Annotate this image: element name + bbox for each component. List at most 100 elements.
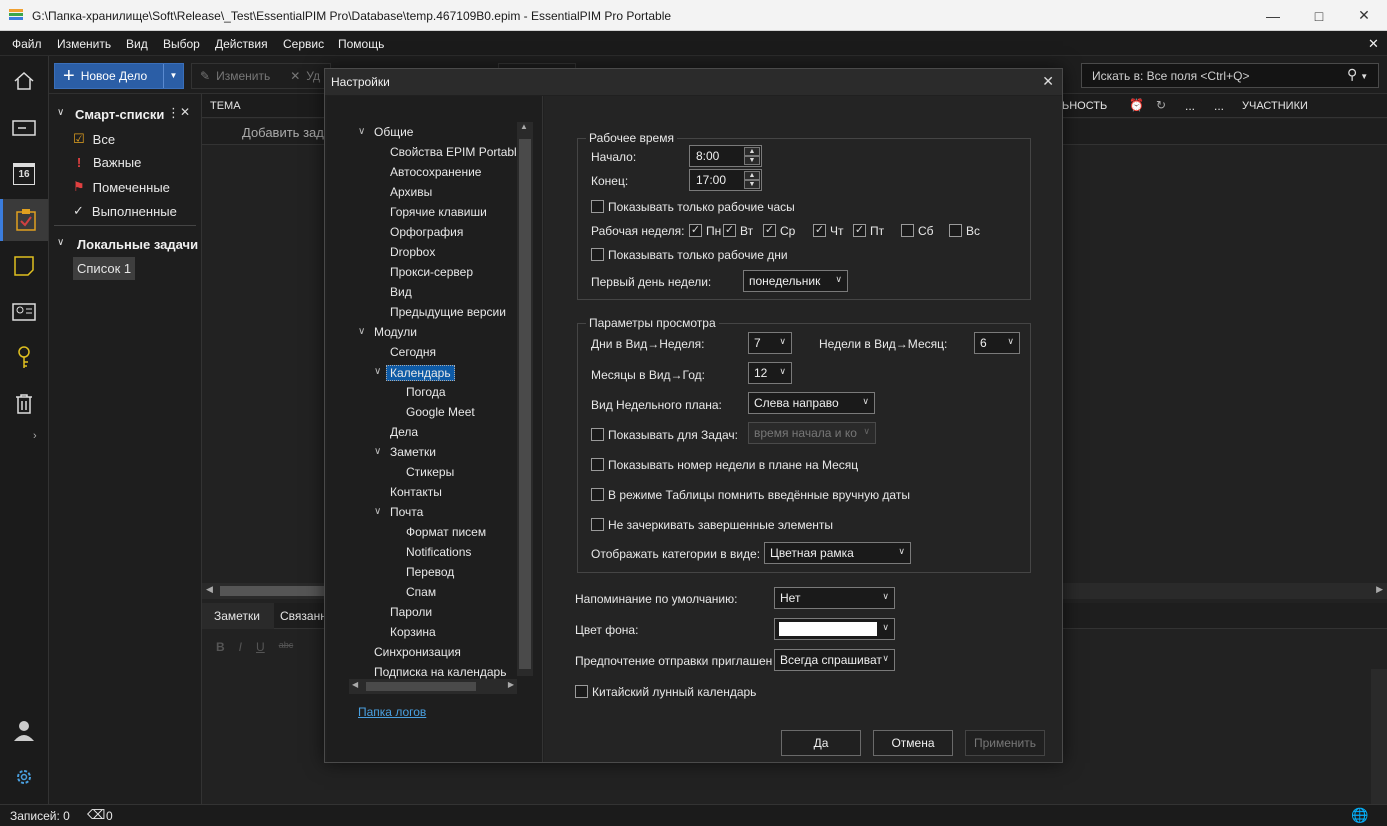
show-for-tasks-checkbox[interactable] bbox=[591, 428, 604, 441]
bold-icon[interactable]: B bbox=[216, 640, 225, 654]
tree-item[interactable]: Модули bbox=[374, 325, 417, 339]
tree-item[interactable]: Орфография bbox=[390, 225, 463, 239]
nav-trash[interactable] bbox=[0, 383, 48, 425]
nav-settings[interactable] bbox=[0, 756, 48, 798]
tree-item[interactable]: Перевод bbox=[406, 565, 454, 579]
menu-help[interactable]: Помощь bbox=[338, 37, 384, 51]
close-document-icon[interactable]: ✕ bbox=[1368, 36, 1379, 52]
reminder-select[interactable]: Нет ∨ bbox=[774, 587, 895, 609]
tree-item[interactable]: Прокси-сервер bbox=[390, 265, 473, 279]
close-panel-icon[interactable]: ✕ bbox=[180, 105, 190, 119]
tree-expand-caret-icon[interactable]: ∨ bbox=[358, 326, 365, 337]
tree-item[interactable]: Формат писем bbox=[406, 525, 486, 539]
only-work-hours-checkbox[interactable] bbox=[591, 200, 604, 213]
tree-item[interactable]: Предыдущие версии bbox=[390, 305, 506, 319]
tab-related[interactable]: Связанн bbox=[280, 609, 327, 623]
tree-expand-caret-icon[interactable]: ∨ bbox=[374, 366, 381, 377]
tree-item[interactable]: Сегодня bbox=[390, 345, 436, 359]
spin-up-icon[interactable]: ▲ bbox=[744, 147, 760, 156]
weekday-checkbox-3[interactable]: ✓ bbox=[813, 224, 826, 237]
menu-actions[interactable]: Действия bbox=[215, 37, 268, 51]
invite-select[interactable]: Всегда спрашиват ∨ bbox=[774, 649, 895, 671]
column-participants[interactable]: УЧАСТНИКИ bbox=[1242, 100, 1308, 112]
tree-item[interactable]: Стикеры bbox=[406, 465, 454, 479]
weekday-checkbox-5[interactable] bbox=[901, 224, 914, 237]
more-icon[interactable]: ⋮ bbox=[167, 105, 180, 121]
week-number-checkbox[interactable] bbox=[591, 458, 604, 471]
spin-down-icon[interactable]: ▼ bbox=[744, 156, 760, 165]
nav-mail[interactable] bbox=[0, 107, 48, 149]
start-time-spinner[interactable]: 8:00 ▲ ▼ bbox=[689, 145, 762, 167]
tree-item[interactable]: Dropbox bbox=[390, 245, 435, 259]
tree-item[interactable]: Синхронизация bbox=[374, 645, 461, 659]
tree-expand-caret-icon[interactable]: ∨ bbox=[358, 126, 365, 137]
weekday-checkbox-6[interactable] bbox=[949, 224, 962, 237]
column-priority[interactable]: ЬНОСТЬ bbox=[1062, 100, 1107, 112]
weekday-checkbox-2[interactable]: ✓ bbox=[763, 224, 776, 237]
tree-item[interactable]: Автосохранение bbox=[390, 165, 481, 179]
tree-item[interactable]: Почта bbox=[390, 505, 423, 519]
edit-button[interactable]: ✎ Изменить ✕ Уд bbox=[191, 63, 331, 89]
strikethrough-icon[interactable]: abc bbox=[279, 640, 294, 654]
spin-up-icon[interactable]: ▲ bbox=[744, 171, 760, 180]
tree-item[interactable]: Вид bbox=[390, 285, 412, 299]
log-folder-link[interactable]: Папка логов bbox=[358, 705, 426, 719]
cancel-button[interactable]: Отмена bbox=[873, 730, 953, 756]
nav-tasks[interactable] bbox=[0, 199, 48, 241]
close-window-button[interactable]: ✕ bbox=[1341, 0, 1387, 31]
weekday-checkbox-0[interactable]: ✓ bbox=[689, 224, 702, 237]
categories-select[interactable]: Цветная рамка ∨ bbox=[764, 542, 911, 564]
search-icon[interactable]: ⚲ ▼ bbox=[1347, 66, 1377, 86]
nav-home[interactable] bbox=[0, 60, 48, 102]
tree-horizontal-scrollbar[interactable]: ◀ ▶ bbox=[349, 679, 517, 694]
expand-chevron-icon[interactable]: › bbox=[33, 430, 37, 442]
tree-item[interactable]: Архивы bbox=[390, 185, 432, 199]
italic-icon[interactable]: I bbox=[239, 640, 242, 654]
chevron-down-icon[interactable]: ▼ bbox=[163, 64, 183, 88]
tree-item[interactable]: Подписка на календарь bbox=[374, 665, 507, 679]
tree-expand-caret-icon[interactable]: ∨ bbox=[374, 506, 381, 517]
weekday-checkbox-1[interactable]: ✓ bbox=[723, 224, 736, 237]
tab-notes[interactable]: Заметки bbox=[202, 603, 274, 629]
minimize-button[interactable]: — bbox=[1250, 0, 1296, 31]
first-day-select[interactable]: понедельник ∨ bbox=[743, 270, 848, 292]
menu-service[interactable]: Сервис bbox=[283, 37, 324, 51]
apply-button[interactable]: Применить bbox=[965, 730, 1045, 756]
tree-item[interactable]: Календарь bbox=[386, 365, 455, 381]
weeks-month-select[interactable]: 6 ∨ bbox=[974, 332, 1020, 354]
nav-contacts[interactable] bbox=[0, 291, 48, 333]
column-subject[interactable]: ТЕМА bbox=[210, 100, 241, 112]
remember-dates-checkbox[interactable] bbox=[591, 488, 604, 501]
menu-view[interactable]: Вид bbox=[126, 37, 148, 51]
tree-item[interactable]: Погода bbox=[406, 385, 446, 399]
days-week-select[interactable]: 7 ∨ bbox=[748, 332, 792, 354]
smart-item-important[interactable]: ! Важные bbox=[73, 155, 142, 170]
search-input[interactable]: Искать в: Все поля <Ctrl+Q> bbox=[1081, 63, 1379, 88]
tree-item[interactable]: Общие bbox=[374, 125, 413, 139]
tree-item[interactable]: Пароли bbox=[390, 605, 432, 619]
smart-item-completed[interactable]: ✓ Выполненные bbox=[73, 203, 177, 219]
tree-item[interactable]: Горячие клавиши bbox=[390, 205, 487, 219]
smart-item-flagged[interactable]: ⚑ Помеченные bbox=[73, 179, 170, 195]
months-year-select[interactable]: 12 ∨ bbox=[748, 362, 792, 384]
column-more-1[interactable]: ... bbox=[1185, 99, 1195, 113]
lunar-calendar-checkbox[interactable] bbox=[575, 685, 588, 698]
smart-lists-collapse-icon[interactable]: ∨ bbox=[57, 107, 64, 118]
tree-item[interactable]: Корзина bbox=[390, 625, 436, 639]
menu-file[interactable]: Файл bbox=[12, 37, 42, 51]
nav-notes[interactable] bbox=[0, 245, 48, 287]
tree-expand-caret-icon[interactable]: ∨ bbox=[374, 446, 381, 457]
new-task-button[interactable]: + Новое Дело ▼ bbox=[54, 63, 184, 89]
end-time-spinner[interactable]: 17:00 ▲ ▼ bbox=[689, 169, 762, 191]
local-collapse-icon[interactable]: ∨ bbox=[57, 237, 64, 248]
maximize-button[interactable]: □ bbox=[1296, 0, 1342, 31]
close-dialog-icon[interactable]: ✕ bbox=[1042, 73, 1054, 90]
week-plan-select[interactable]: Слева направо ∨ bbox=[748, 392, 875, 414]
notes-scrollbar[interactable] bbox=[1371, 669, 1387, 804]
menu-select[interactable]: Выбор bbox=[163, 37, 200, 51]
globe-icon[interactable]: 🌐 bbox=[1351, 807, 1368, 824]
nav-account[interactable] bbox=[0, 709, 48, 751]
spin-down-icon[interactable]: ▼ bbox=[744, 180, 760, 189]
list-item-list1[interactable]: Список 1 bbox=[73, 257, 136, 280]
nav-passwords[interactable] bbox=[0, 337, 48, 379]
